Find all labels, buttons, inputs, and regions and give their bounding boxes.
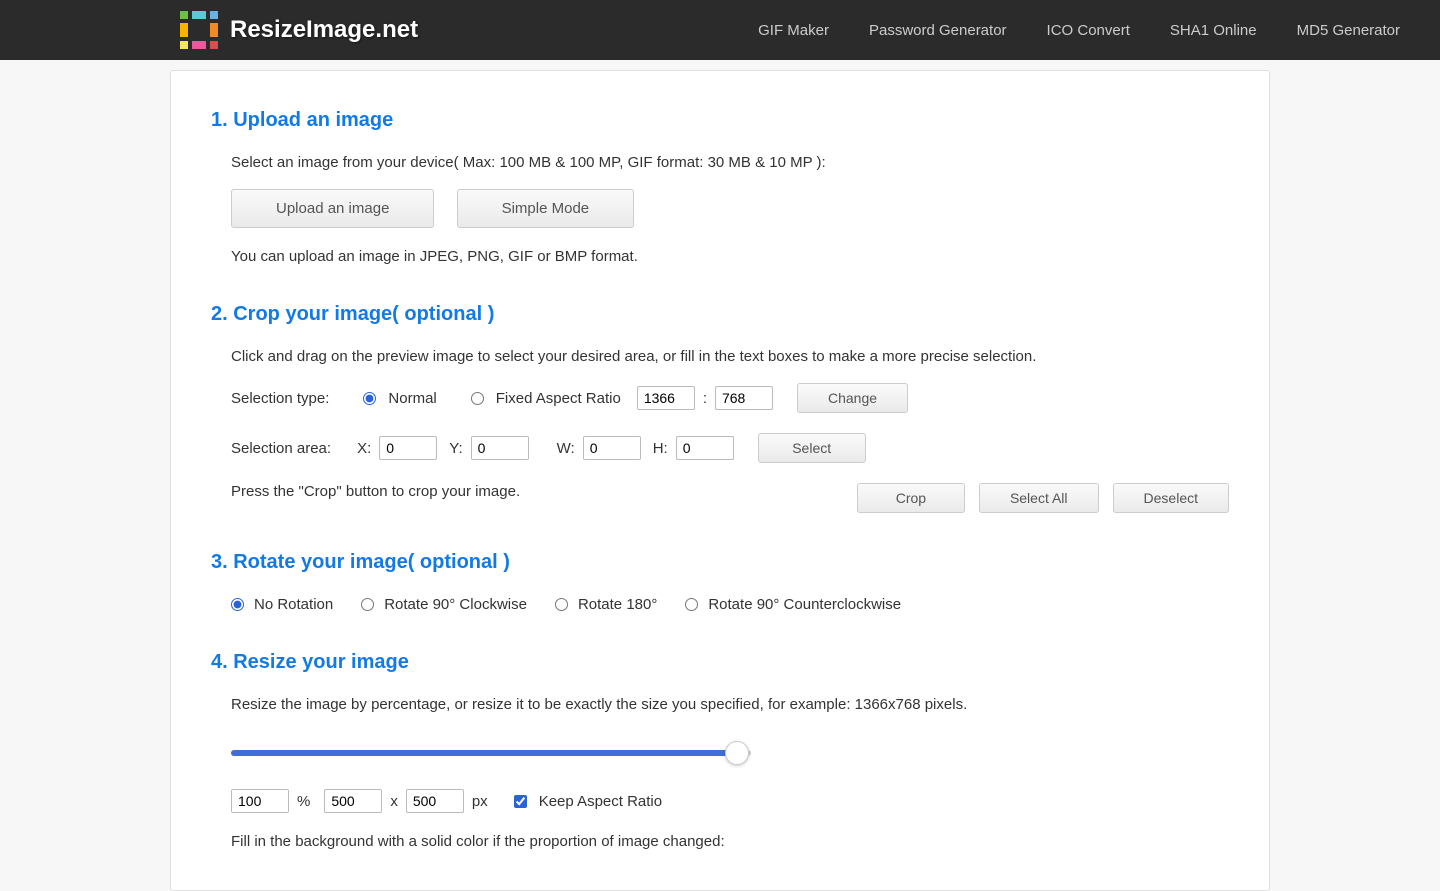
top-nav: GIF Maker Password Generator ICO Convert… [758,22,1400,39]
aspect-height-input[interactable] [715,386,773,410]
deselect-button[interactable]: Deselect [1113,483,1229,513]
nav-md5-generator[interactable]: MD5 Generator [1297,22,1400,39]
crop-button[interactable]: Crop [857,483,965,513]
radio-normal[interactable] [363,392,376,405]
crop-w-input[interactable] [583,436,641,460]
x-sep: x [390,793,398,810]
nav-ico-convert[interactable]: ICO Convert [1047,22,1130,39]
selection-type-row: Selection type: Normal Fixed Aspect Rati… [231,383,1229,413]
aspect-width-input[interactable] [637,386,695,410]
nav-password-generator[interactable]: Password Generator [869,22,1007,39]
nav-sha1-online[interactable]: SHA1 Online [1170,22,1257,39]
resize-instruction: Resize the image by percentage, or resiz… [231,696,1229,713]
radio-90ccw[interactable] [685,598,698,611]
crop-h-input[interactable] [676,436,734,460]
height-input[interactable] [406,789,464,813]
section-crop-title: 2. Crop your image( optional ) [211,303,1229,326]
section-upload: 1. Upload an image Select an image from … [211,109,1229,265]
keep-aspect-ratio-label[interactable]: Keep Aspect Ratio [539,793,662,810]
upload-image-button[interactable]: Upload an image [231,189,434,228]
radio-90cw-label[interactable]: Rotate 90° Clockwise [384,596,527,613]
main-panel: 1. Upload an image Select an image from … [170,70,1270,891]
lbl-h: H: [653,440,668,457]
section-resize: 4. Resize your image Resize the image by… [211,651,1229,850]
percent-unit: % [297,793,310,810]
lbl-y: Y: [449,440,462,457]
radio-90cw[interactable] [361,598,374,611]
resize-slider[interactable] [231,741,751,765]
selection-area-label: Selection area: [231,440,331,457]
logo-icon [180,11,218,49]
slider-thumb[interactable] [725,741,749,765]
select-all-button[interactable]: Select All [979,483,1099,513]
crop-instruction: Click and drag on the preview image to s… [231,348,1229,365]
crop-actions: Crop Select All Deselect [857,483,1229,513]
radio-no-rotation[interactable] [231,598,244,611]
crop-x-input[interactable] [379,436,437,460]
change-button[interactable]: Change [797,383,908,413]
brand[interactable]: ResizeImage.net [180,11,418,49]
selection-type-label: Selection type: [231,390,329,407]
radio-normal-label[interactable]: Normal [388,390,436,407]
simple-mode-button[interactable]: Simple Mode [457,189,635,228]
section-resize-title: 4. Resize your image [211,651,1229,674]
lbl-w: W: [557,440,575,457]
lbl-x: X: [357,440,371,457]
rotate-options: No Rotation Rotate 90° Clockwise Rotate … [211,596,1229,613]
section-upload-title: 1. Upload an image [211,109,1229,132]
upload-formats-note: You can upload an image in JPEG, PNG, GI… [231,248,1229,265]
radio-fixed-label[interactable]: Fixed Aspect Ratio [496,390,621,407]
radio-fixed[interactable] [471,392,484,405]
brand-text: ResizeImage.net [230,16,418,44]
aspect-sep: : [703,390,707,407]
app-header: ResizeImage.net GIF Maker Password Gener… [0,0,1440,60]
crop-y-input[interactable] [471,436,529,460]
radio-90ccw-label[interactable]: Rotate 90° Counterclockwise [708,596,901,613]
radio-no-rotation-label[interactable]: No Rotation [254,596,333,613]
width-input[interactable] [324,789,382,813]
keep-aspect-ratio-checkbox[interactable] [514,795,527,808]
resize-values-row: % x px Keep Aspect Ratio [231,789,1229,813]
slider-fill [231,750,730,756]
section-rotate-title: 3. Rotate your image( optional ) [211,551,1229,574]
section-rotate: 3. Rotate your image( optional ) No Rota… [211,551,1229,613]
select-button[interactable]: Select [758,433,866,463]
section-crop: 2. Crop your image( optional ) Click and… [211,303,1229,513]
selection-area-row: Selection area: X: Y: W: H: Select [231,433,1229,463]
px-unit: px [472,793,488,810]
radio-180-label[interactable]: Rotate 180° [578,596,657,613]
crop-note: Press the "Crop" button to crop your ima… [231,483,520,500]
percentage-input[interactable] [231,789,289,813]
nav-gif-maker[interactable]: GIF Maker [758,22,829,39]
upload-instruction: Select an image from your device( Max: 1… [231,154,1229,171]
bg-fill-note: Fill in the background with a solid colo… [231,833,1229,850]
radio-180[interactable] [555,598,568,611]
